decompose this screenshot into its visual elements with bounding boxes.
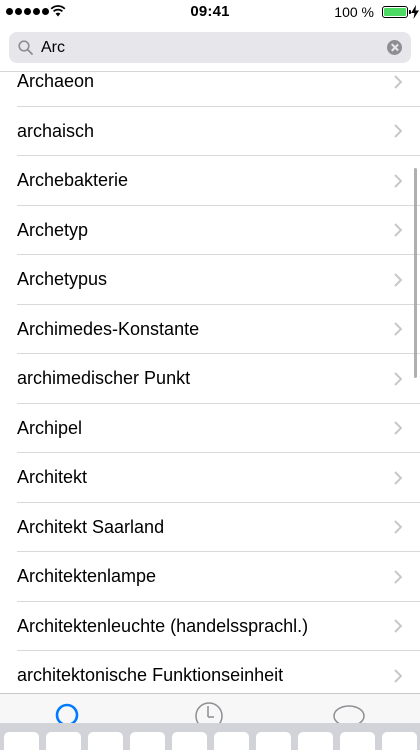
tab-search[interactable]	[50, 700, 84, 723]
list-item-label: archimedischer Punkt	[17, 368, 191, 389]
list-item[interactable]: archaisch	[0, 107, 420, 157]
list-item-label: Architekt	[17, 467, 88, 488]
clock-icon	[195, 702, 223, 723]
list-item[interactable]: Archaeon	[0, 73, 420, 107]
status-bar: 09:41 100 %	[0, 0, 420, 24]
tab-bar	[0, 693, 420, 723]
list-item[interactable]: Archetyp	[0, 206, 420, 256]
keyboard-key[interactable]	[46, 732, 81, 750]
list-item[interactable]: Architektenlampe	[0, 552, 420, 602]
keyboard-key[interactable]	[88, 732, 123, 750]
list-item-label: Archetyp	[17, 219, 89, 240]
keyboard-key[interactable]	[130, 732, 165, 750]
chevron-right-icon	[394, 273, 402, 287]
charging-bolt-icon	[411, 5, 419, 19]
chevron-right-icon	[394, 174, 402, 188]
list-item-label: Archaeon	[17, 73, 95, 92]
tab-chat[interactable]	[332, 700, 366, 723]
list-item[interactable]: Archebakterie	[0, 156, 420, 206]
keyboard-key[interactable]	[340, 732, 375, 750]
list-item-label: Archimedes-Konstante	[17, 318, 200, 339]
list-item[interactable]: Archetypus	[0, 255, 420, 305]
search-field[interactable]	[9, 32, 411, 63]
keyboard-key[interactable]	[214, 732, 249, 750]
search-icon	[55, 703, 79, 723]
chevron-right-icon	[394, 520, 402, 534]
chevron-right-icon	[394, 570, 402, 584]
list-item[interactable]: Architekt	[0, 453, 420, 503]
chevron-right-icon	[394, 619, 402, 633]
list-item[interactable]: Archimedes-Konstante	[0, 305, 420, 355]
chevron-right-icon	[394, 223, 402, 237]
chevron-right-icon	[394, 471, 402, 485]
chevron-right-icon	[394, 372, 402, 386]
keyboard-key[interactable]	[4, 732, 39, 750]
tab-history[interactable]	[192, 700, 226, 723]
list-item[interactable]: Architektenleuchte (handelssprachl.)	[0, 602, 420, 652]
clear-search-button[interactable]	[387, 40, 402, 55]
chat-bubble-icon	[333, 705, 365, 723]
keyboard	[0, 723, 420, 750]
list-item-label: archaisch	[17, 120, 95, 141]
keyboard-key[interactable]	[382, 732, 417, 750]
chevron-right-icon	[394, 124, 402, 138]
keyboard-key[interactable]	[298, 732, 333, 750]
list-item[interactable]: architektonische Funktionseinheit	[0, 651, 420, 693]
list-item-label: Architekt Saarland	[17, 516, 165, 537]
scrollbar[interactable]	[414, 168, 417, 378]
chevron-right-icon	[394, 421, 402, 435]
keyboard-key[interactable]	[256, 732, 291, 750]
search-input[interactable]	[41, 32, 381, 63]
search-icon	[18, 40, 33, 55]
list-item[interactable]: Archipel	[0, 404, 420, 454]
chevron-right-icon	[394, 669, 402, 683]
battery-icon	[382, 6, 408, 18]
battery-percentage: 100 %	[334, 4, 374, 20]
list-item-label: architektonische Funktionseinheit	[17, 665, 284, 686]
results-list-content: Archaeon archaisch Archebakterie Archetyp Ar…	[0, 73, 420, 693]
chevron-right-icon	[394, 75, 402, 89]
list-item[interactable]: Architekt Saarland	[0, 503, 420, 553]
search-bar	[0, 24, 420, 72]
results-list[interactable]: Archaeon archaisch Archebakterie Archetyp Ar…	[0, 73, 420, 693]
list-item-label: Architektenleuchte (handelssprachl.)	[17, 615, 309, 636]
keyboard-key[interactable]	[172, 732, 207, 750]
list-item-label: Archebakterie	[17, 170, 129, 191]
list-item[interactable]: archimedischer Punkt	[0, 354, 420, 404]
chevron-right-icon	[394, 322, 402, 336]
list-item-label: Archipel	[17, 417, 83, 438]
list-item-label: Architektenlampe	[17, 566, 157, 587]
list-item-label: Archetypus	[17, 269, 108, 290]
